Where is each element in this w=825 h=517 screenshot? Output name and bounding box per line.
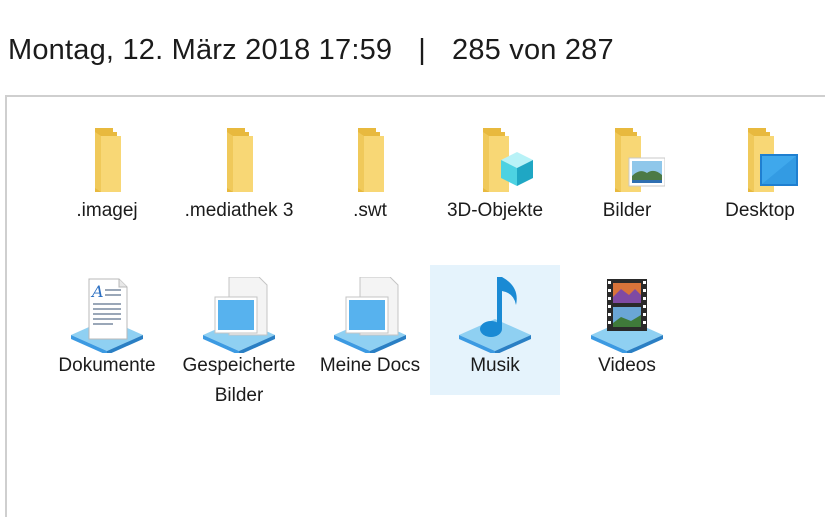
folder-item-imagej[interactable]: .imagej (42, 110, 172, 240)
date-time-text: Montag, 12. März 2018 17:59 (8, 34, 393, 66)
status-header: Montag, 12. März 2018 17:59 | 285 von 287 (8, 28, 614, 72)
file-view-panel: .imagej .mediathek 3 .swt 3D-Objekte Bil… (5, 95, 825, 517)
videos-library-icon (562, 265, 692, 353)
desktop-folder-icon (695, 110, 825, 192)
library-item-meine-docs[interactable]: Meine Docs (305, 265, 435, 395)
folder-item-mediathek[interactable]: .mediathek 3 (174, 110, 304, 240)
folder-item-swt[interactable]: .swt (305, 110, 435, 240)
folder-icon (305, 110, 435, 192)
3d-objects-folder-icon (430, 110, 560, 192)
item-label: Dokumente (58, 355, 156, 376)
documents-library-icon: A (42, 265, 172, 353)
item-counter: 285 von 287 (452, 34, 614, 66)
item-label: Bilder (602, 200, 652, 221)
item-label: Gespeicherte Bilder (182, 355, 296, 406)
pictures-folder-icon (562, 110, 692, 192)
library-item-gespeicherte-bilder[interactable]: Gespeicherte Bilder (174, 265, 304, 406)
item-label: Desktop (725, 200, 795, 221)
item-label: .imagej (76, 200, 138, 221)
library-item-videos[interactable]: Videos (562, 265, 692, 395)
item-label: .mediathek 3 (184, 200, 294, 221)
my-docs-library-icon (305, 265, 435, 353)
folder-icon (174, 110, 304, 192)
item-label: Musik (470, 355, 520, 376)
item-label: .swt (353, 200, 387, 221)
folder-item-desktop[interactable]: Desktop (695, 110, 825, 240)
svg-text:A: A (90, 282, 104, 301)
separator: | (418, 34, 426, 66)
folder-item-bilder[interactable]: Bilder (562, 110, 692, 240)
folder-icon (42, 110, 172, 192)
item-label: 3D-Objekte (446, 200, 544, 221)
folder-item-3d-objekte[interactable]: 3D-Objekte (430, 110, 560, 240)
saved-pictures-library-icon (174, 265, 304, 353)
item-label: Videos (598, 355, 656, 376)
music-library-icon (430, 265, 560, 353)
library-item-musik[interactable]: Musik (430, 265, 560, 395)
library-item-dokumente[interactable]: A Dokumente (42, 265, 172, 395)
item-label: Meine Docs (319, 355, 421, 376)
